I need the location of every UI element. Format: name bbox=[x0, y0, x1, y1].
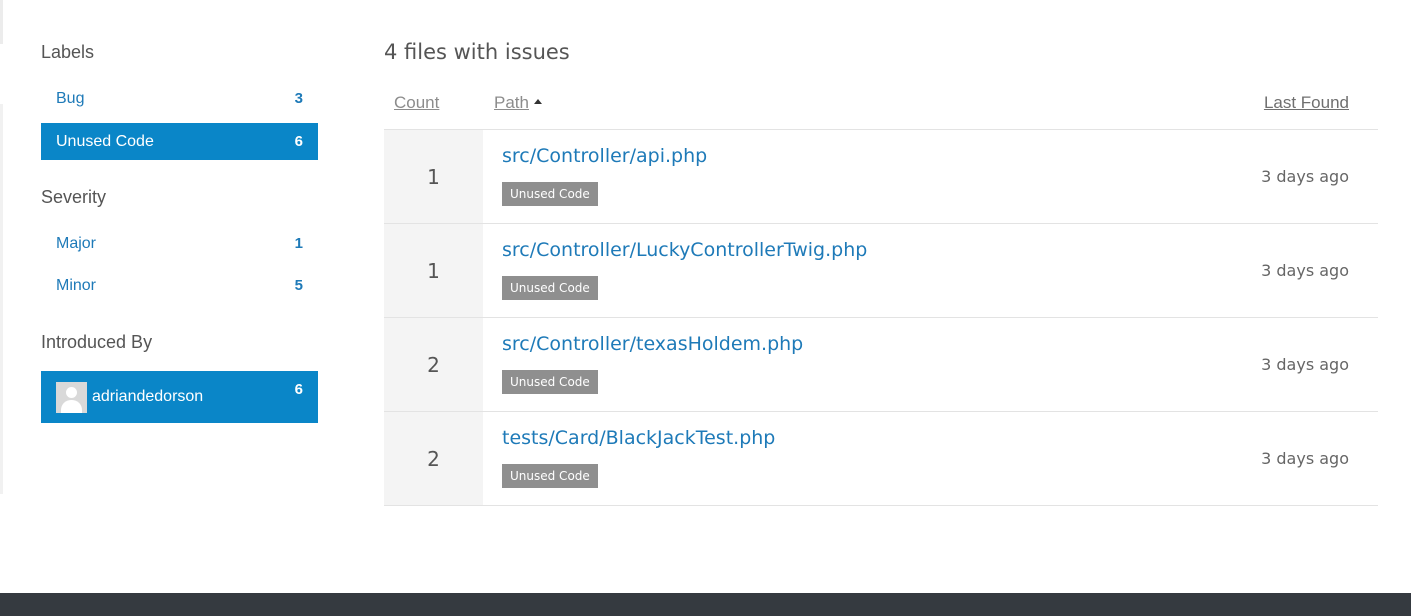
left-edge-strip bbox=[0, 0, 3, 44]
sort-ascending-icon bbox=[533, 99, 542, 105]
column-header-count[interactable]: Count bbox=[394, 93, 439, 113]
last-found: 3 days ago bbox=[1261, 355, 1349, 374]
filter-author-adriandedorson[interactable]: adriandedorson 6 bbox=[41, 371, 318, 423]
column-header-path-label: Path bbox=[494, 93, 529, 112]
issue-count: 1 bbox=[384, 224, 483, 317]
filter-count: 5 bbox=[294, 277, 303, 294]
filter-count: 3 bbox=[294, 90, 303, 107]
table-row: 2 tests/Card/BlackJackTest.php Unused Co… bbox=[384, 412, 1378, 506]
filter-count: 6 bbox=[294, 133, 303, 150]
issue-count: 1 bbox=[384, 130, 483, 223]
label-tag: Unused Code bbox=[502, 464, 598, 488]
avatar-body-shape bbox=[61, 399, 82, 413]
filter-label-bug[interactable]: Bug 3 bbox=[41, 80, 318, 117]
issue-count: 2 bbox=[384, 412, 483, 505]
table-row: 1 src/Controller/api.php Unused Code 3 d… bbox=[384, 130, 1378, 224]
labels-heading: Labels bbox=[41, 42, 95, 62]
avatar-placeholder-icon bbox=[66, 386, 77, 398]
table-row: 1 src/Controller/LuckyControllerTwig.php… bbox=[384, 224, 1378, 318]
filter-count: 1 bbox=[294, 235, 303, 252]
table-row: 2 src/Controller/texasHoldem.php Unused … bbox=[384, 318, 1378, 412]
page-title: 4 files with issues bbox=[384, 40, 570, 64]
last-found: 3 days ago bbox=[1261, 449, 1349, 468]
file-path-link[interactable]: src/Controller/texasHoldem.php bbox=[502, 333, 803, 355]
filter-label: Minor bbox=[56, 276, 97, 294]
page: Labels Bug 3 Unused Code 6 Severity Majo… bbox=[0, 0, 1411, 616]
filter-label: Major bbox=[56, 234, 97, 252]
label-tag: Unused Code bbox=[502, 276, 598, 300]
page-footer bbox=[0, 593, 1411, 616]
left-edge-strip-lower bbox=[0, 104, 3, 494]
filter-severity-minor[interactable]: Minor 5 bbox=[41, 267, 318, 304]
file-path-link[interactable]: tests/Card/BlackJackTest.php bbox=[502, 427, 775, 449]
last-found: 3 days ago bbox=[1261, 167, 1349, 186]
avatar bbox=[56, 381, 87, 413]
label-tag: Unused Code bbox=[502, 182, 598, 206]
filter-label: adriandedorson bbox=[92, 388, 204, 405]
last-found: 3 days ago bbox=[1261, 261, 1349, 280]
introduced-by-heading: Introduced By bbox=[41, 332, 153, 352]
file-path-link[interactable]: src/Controller/api.php bbox=[502, 145, 707, 167]
filter-label-unused-code[interactable]: Unused Code 6 bbox=[41, 123, 318, 160]
filter-count: 6 bbox=[294, 381, 303, 398]
label-tag: Unused Code bbox=[502, 370, 598, 394]
column-header-path[interactable]: Path bbox=[494, 93, 542, 113]
file-path-link[interactable]: src/Controller/LuckyControllerTwig.php bbox=[502, 239, 867, 261]
author-info: adriandedorson bbox=[56, 371, 203, 423]
severity-heading: Severity bbox=[41, 187, 107, 207]
filter-label: Bug bbox=[56, 89, 85, 107]
filter-label: Unused Code bbox=[56, 132, 154, 150]
filter-severity-major[interactable]: Major 1 bbox=[41, 225, 318, 262]
column-header-last-found[interactable]: Last Found bbox=[1264, 93, 1349, 113]
files-table: 1 src/Controller/api.php Unused Code 3 d… bbox=[384, 129, 1378, 506]
issue-count: 2 bbox=[384, 318, 483, 411]
